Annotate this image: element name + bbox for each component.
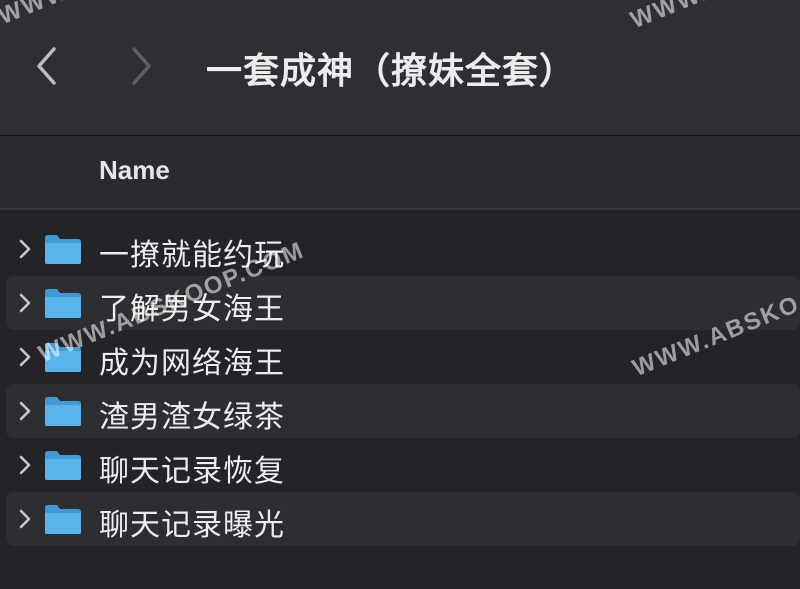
chevron-right-icon	[19, 455, 31, 475]
file-name: 聊天记录恢复	[99, 454, 285, 489]
disclosure-triangle[interactable]	[16, 291, 34, 315]
list-item[interactable]: 一撩就能约玩	[6, 222, 800, 276]
disclosure-triangle[interactable]	[16, 399, 34, 423]
list-item[interactable]: 聊天记录曝光	[6, 492, 800, 546]
chevron-right-icon	[19, 239, 31, 259]
list-item[interactable]: 成为网络海王	[6, 330, 800, 384]
toolbar: 一套成神（撩妹全套）	[0, 0, 800, 136]
chevron-right-icon	[132, 47, 151, 85]
disclosure-triangle[interactable]	[16, 453, 34, 477]
disclosure-triangle[interactable]	[16, 237, 34, 261]
chevron-right-icon	[19, 509, 31, 529]
folder-icon	[45, 343, 81, 372]
column-header-name[interactable]: Name	[99, 155, 170, 186]
folder-icon	[45, 289, 81, 318]
list-item[interactable]: 渣男渣女绿茶	[6, 384, 800, 438]
file-list: 一撩就能约玩 了解男女海王 成为网络海王 渣男渣女绿茶 聊天记录恢复 聊天记录曝…	[0, 222, 800, 546]
file-name: 渣男渣女绿茶	[99, 400, 285, 435]
folder-icon	[45, 451, 81, 480]
disclosure-triangle[interactable]	[16, 507, 34, 531]
file-name: 聊天记录曝光	[99, 508, 285, 543]
finder-window: 一套成神（撩妹全套） Name 一撩就能约玩 了解男女海王 成为网络海王 渣男渣…	[0, 0, 800, 589]
file-name: 成为网络海王	[99, 346, 285, 381]
disclosure-triangle[interactable]	[16, 345, 34, 369]
chevron-left-icon	[37, 47, 56, 85]
window-title: 一套成神（撩妹全套）	[206, 51, 577, 92]
folder-icon	[45, 235, 81, 264]
file-name: 一撩就能约玩	[99, 238, 285, 273]
column-header: Name	[0, 136, 800, 210]
folder-icon	[45, 397, 81, 426]
chevron-right-icon	[19, 347, 31, 367]
folder-icon	[45, 505, 81, 534]
list-item[interactable]: 聊天记录恢复	[6, 438, 800, 492]
chevron-right-icon	[19, 293, 31, 313]
list-item[interactable]: 了解男女海王	[6, 276, 800, 330]
file-name: 了解男女海王	[99, 292, 285, 327]
chevron-right-icon	[19, 401, 31, 421]
back-button[interactable]	[26, 42, 66, 90]
forward-button[interactable]	[122, 42, 162, 90]
